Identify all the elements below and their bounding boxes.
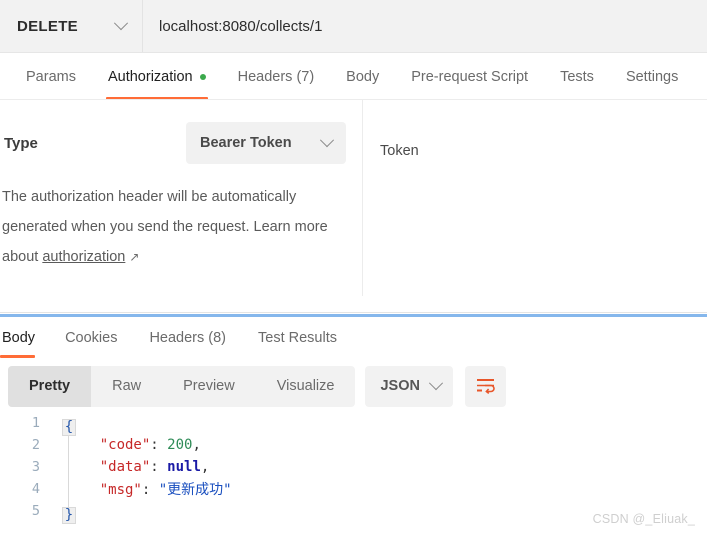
line-number: 1 <box>31 415 40 431</box>
http-method-label: DELETE <box>17 17 78 35</box>
auth-type-row: Type Bearer Token <box>0 122 362 164</box>
chevron-down-icon <box>429 376 444 391</box>
response-tab-headers[interactable]: Headers (8) <box>133 318 242 358</box>
auth-type-label: Type <box>4 134 38 152</box>
word-wrap-icon <box>477 379 496 395</box>
code-fold-close-brace[interactable]: } <box>62 507 76 524</box>
response-tab-headers-label: Headers (8) <box>149 330 227 346</box>
active-response-tab-underline <box>0 355 36 358</box>
chevron-down-icon <box>113 16 129 31</box>
postman-request-response-view: DELETE localhost:8080/collects/1 Params … <box>0 0 707 538</box>
view-pretty-button[interactable]: Pretty <box>8 365 92 407</box>
response-format-dropdown[interactable]: JSON <box>365 365 454 407</box>
code-line: 2 "code": 200, <box>0 434 707 456</box>
line-number: 5 <box>31 503 40 519</box>
response-tab-test-results[interactable]: Test Results <box>242 318 353 358</box>
json-key: "code" <box>99 437 151 453</box>
authorization-panel: Type Bearer Token The authorization head… <box>0 100 707 313</box>
http-method-dropdown[interactable]: DELETE <box>0 0 143 52</box>
authorization-right-column: Token <box>363 100 707 296</box>
token-label: Token <box>380 143 419 159</box>
response-tab-body-label: Body <box>2 330 36 346</box>
tab-params-label: Params <box>26 68 76 85</box>
tab-headers[interactable]: Headers (7) <box>222 53 331 100</box>
authorization-left-column: Type Bearer Token The authorization head… <box>0 100 362 296</box>
response-tab-body[interactable]: Body <box>0 318 49 358</box>
json-separator: : <box>150 437 168 453</box>
tab-headers-label: Headers (7) <box>237 68 315 85</box>
tab-tests-label: Tests <box>560 68 594 85</box>
tab-pre-request-script-label: Pre-request Script <box>411 68 529 85</box>
auth-type-dropdown[interactable]: Bearer Token <box>186 122 346 164</box>
tab-settings[interactable]: Settings <box>610 53 694 100</box>
tab-body[interactable]: Body <box>330 53 395 100</box>
url-text: localhost:8080/collects/1 <box>159 17 323 35</box>
response-splitter-line <box>0 312 707 313</box>
line-number: 3 <box>31 459 40 475</box>
json-key: "msg" <box>99 482 142 498</box>
json-comma: , <box>200 459 210 475</box>
line-number: 4 <box>31 481 40 497</box>
watermark: CSDN @_Eliuak_ <box>592 512 695 526</box>
tab-authorization[interactable]: Authorization <box>92 53 222 100</box>
json-value: 200 <box>167 437 193 453</box>
tab-pre-request-script[interactable]: Pre-request Script <box>395 53 544 100</box>
view-raw-label: Raw <box>112 378 142 394</box>
code-line: 4 "msg": "更新成功" <box>0 478 707 500</box>
json-separator: : <box>150 459 168 475</box>
tab-authorization-label: Authorization <box>107 68 193 85</box>
json-value: "更新成功" <box>158 482 232 498</box>
request-url-bar: DELETE localhost:8080/collects/1 <box>0 0 707 52</box>
json-separator: : <box>141 482 159 498</box>
tab-params[interactable]: Params <box>10 53 92 100</box>
view-pretty-label: Pretty <box>29 378 71 394</box>
line-number: 2 <box>31 437 40 453</box>
json-key: "data" <box>99 459 151 475</box>
code-line: 1 <box>0 412 707 434</box>
code-fold-open-brace[interactable]: { <box>62 419 76 436</box>
request-tab-bar: Params Authorization Headers (7) Body Pr… <box>0 53 707 100</box>
auth-description: The authorization header will be automat… <box>2 182 347 272</box>
response-splitter-handle[interactable] <box>0 314 707 317</box>
view-preview-label: Preview <box>183 378 235 394</box>
view-preview-button[interactable]: Preview <box>162 366 256 407</box>
view-visualize-button[interactable]: Visualize <box>256 366 356 407</box>
authorization-doc-link[interactable]: authorization <box>42 249 125 265</box>
json-comma: , <box>192 437 201 453</box>
response-tab-test-results-label: Test Results <box>258 330 337 346</box>
response-tab-bar: Body Cookies Headers (8) Test Results <box>0 318 707 358</box>
response-tab-cookies[interactable]: Cookies <box>49 318 133 358</box>
tab-settings-label: Settings <box>625 68 679 85</box>
view-visualize-label: Visualize <box>276 378 335 394</box>
json-value: null <box>167 459 201 475</box>
tab-body-label: Body <box>346 68 380 85</box>
response-format-label: JSON <box>380 378 420 394</box>
response-tab-cookies-label: Cookies <box>65 330 118 346</box>
code-line: 3 "data": null, <box>0 456 707 478</box>
view-raw-button[interactable]: Raw <box>91 366 162 407</box>
url-input[interactable]: localhost:8080/collects/1 <box>143 0 707 52</box>
code-fold-guide <box>68 430 69 510</box>
auth-type-value: Bearer Token <box>200 135 292 151</box>
chevron-down-icon <box>319 133 335 148</box>
tab-tests[interactable]: Tests <box>544 53 610 100</box>
response-view-bar: Pretty Raw Preview Visualize JSON <box>0 365 707 407</box>
response-view-segmented-control: Pretty Raw Preview Visualize <box>8 365 356 407</box>
external-link-icon: ↗ <box>129 250 140 264</box>
authorization-status-dot-icon <box>199 73 206 80</box>
word-wrap-button[interactable] <box>465 365 507 407</box>
